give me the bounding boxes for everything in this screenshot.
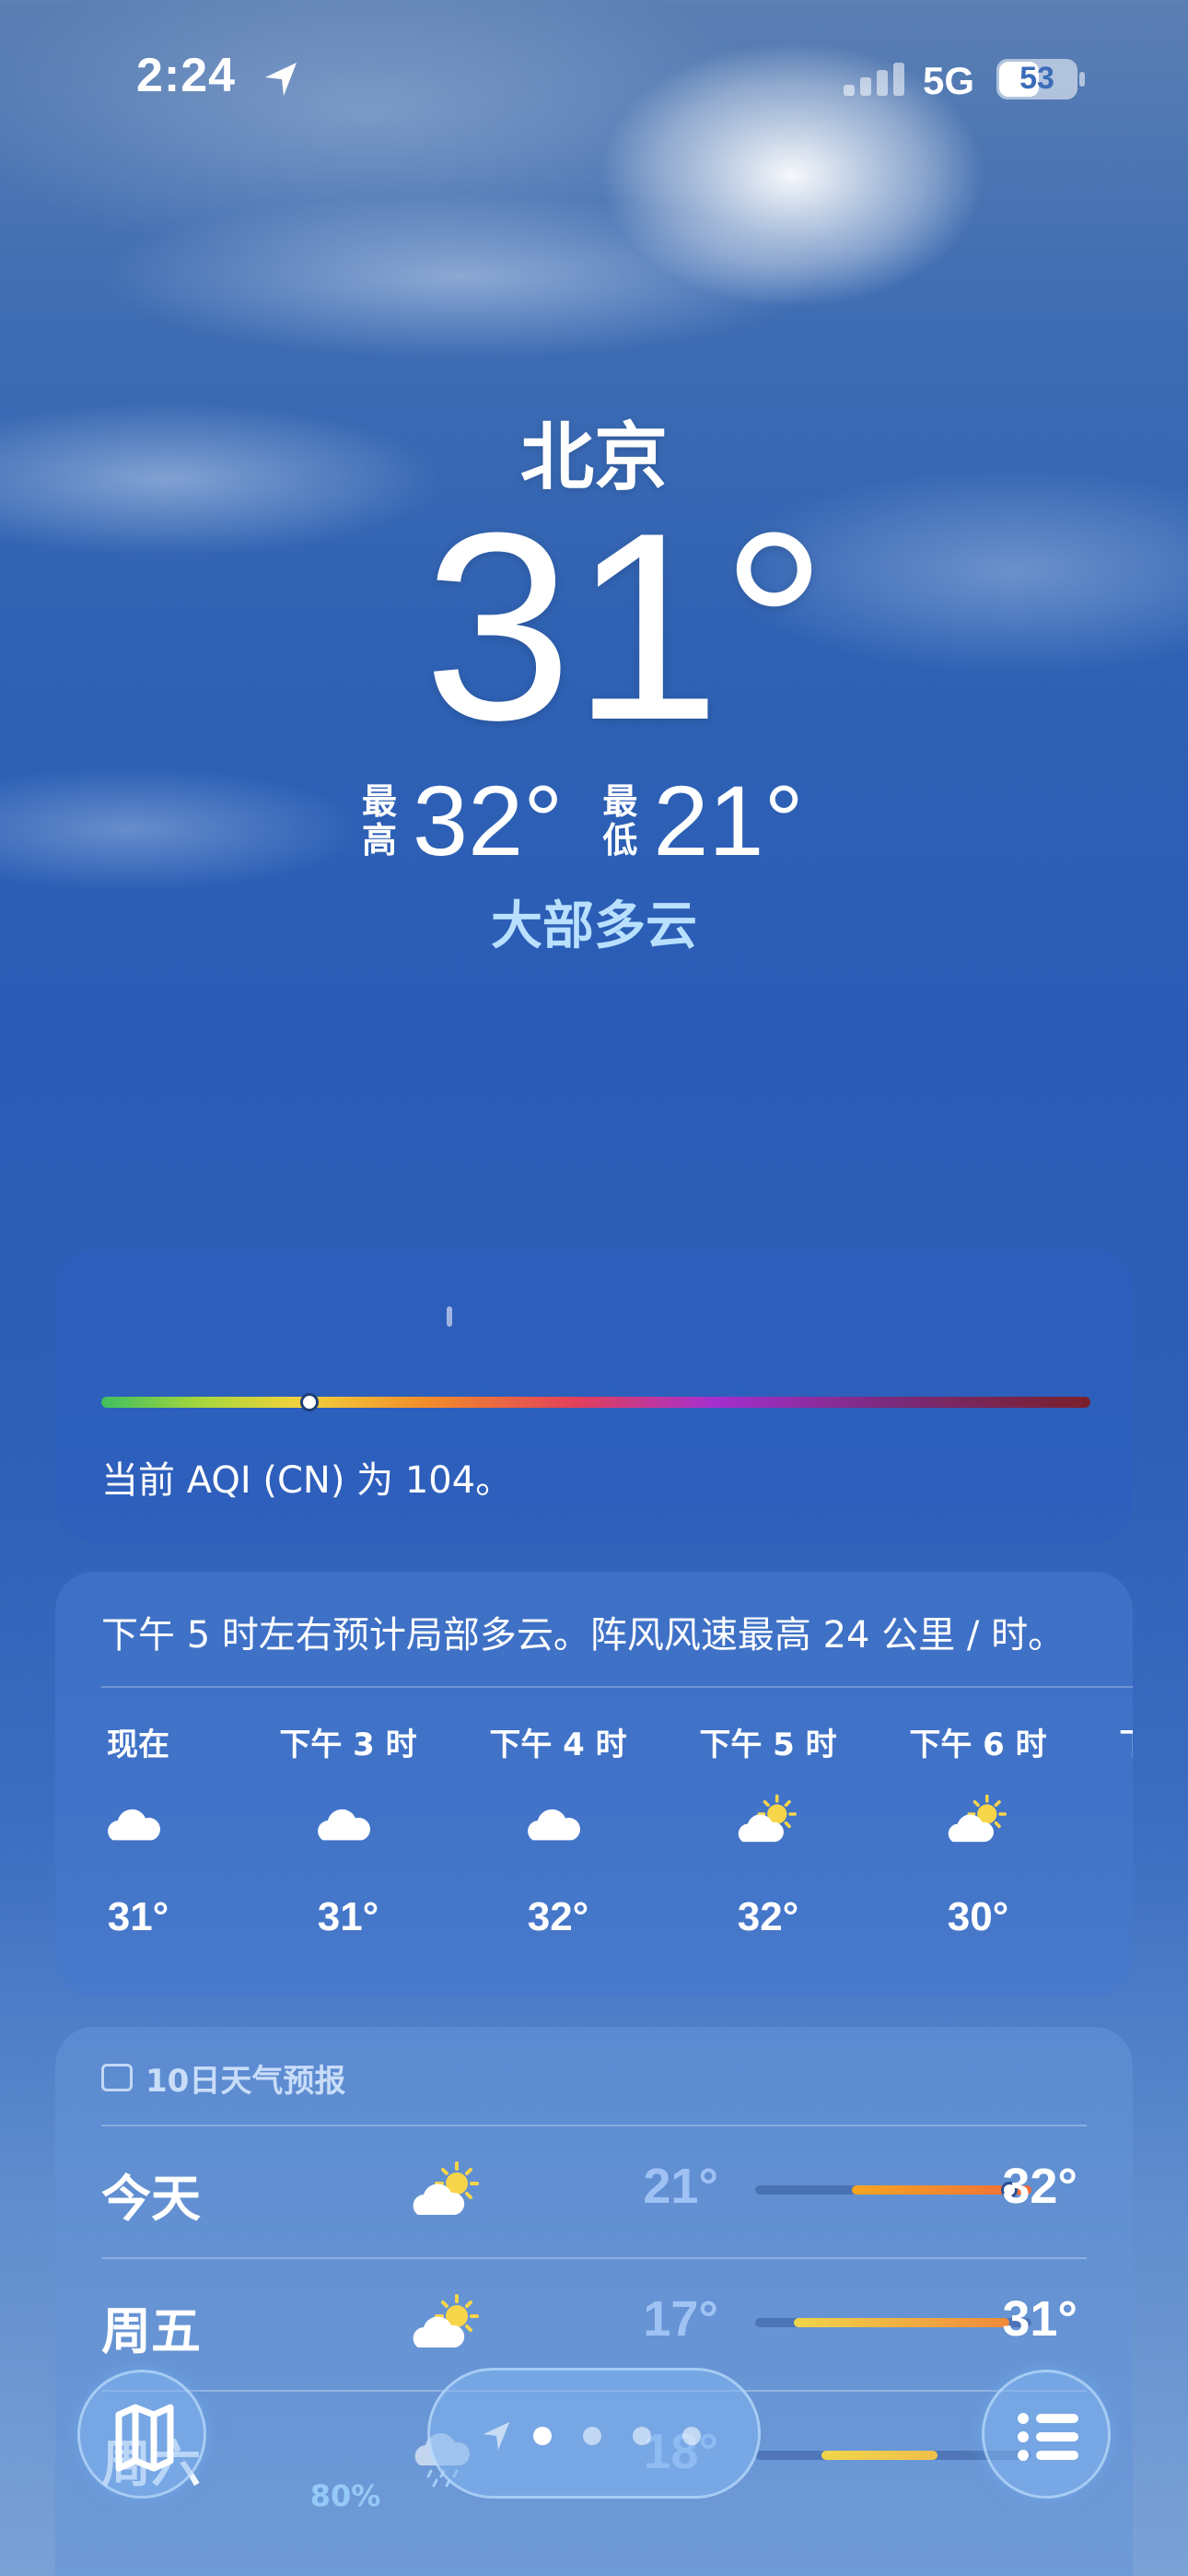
hour-item: 下午 4 时 32° [466,1710,650,1986]
status-time: 2:24 [136,49,237,102]
map-button[interactable] [77,2370,206,2499]
aqi-text: 当前 AQI (CN) 为 104。 [101,1459,513,1502]
list-button[interactable] [982,2370,1111,2499]
hourly-summary: 下午 5 时左右预计局部多云。阵风风速最高 24 公里 / 时。 [101,1614,1066,1657]
cellular-signal-icon [844,63,904,96]
aqi-indicator [299,1393,319,1411]
weather-condition: 大部多云 [491,896,697,956]
hour-icon-wrap [941,1793,1015,1857]
high-label: 最高 [361,781,397,861]
hour-item: 下午 7 时 2 [1096,1710,1133,1986]
hour-temp: 31° [317,1894,379,1939]
day-name: 周五 [101,2302,201,2360]
aqi-loading-mark [447,1306,452,1327]
high-low: 最高 32° 最低 21° [359,770,841,872]
current-temperature: 31° [424,477,828,776]
page-dot[interactable] [583,2427,601,2445]
temp-range-fill [821,2451,938,2460]
high-temp: 32° [413,765,564,876]
aqi-card[interactable]: 当前 AQI (CN) 为 104。 [55,1249,1133,1542]
hour-label: 下午 7 时 [1096,1719,1133,1764]
location-arrow-icon [483,2421,510,2451]
hour-icon-wrap [101,1793,175,1857]
daily-header: 10日天气预报 [101,2055,345,2101]
status-bar: 2:24 5G 53 [0,0,1188,157]
map-icon [115,2404,174,2472]
aqi-scale-bar [101,1397,1090,1408]
hour-temp: 32° [737,1894,799,1939]
battery-icon: 53 [996,59,1077,100]
hourly-forecast-card[interactable]: 下午 5 时左右预计局部多云。阵风风速最高 24 公里 / 时。 现在 31° 下午… [55,1572,1133,1997]
cloud-icon [318,1809,370,1841]
hour-item: 下午 6 时 30° [886,1710,1070,1986]
day-low: 17° [643,2291,718,2347]
hour-label: 下午 4 时 [489,1727,627,1763]
hour-label: 下午 6 时 [909,1727,1047,1763]
day-row[interactable]: 今天 21° 32° [101,2126,1087,2246]
low-label: 最低 [602,781,638,861]
page-dot[interactable] [682,2427,701,2445]
battery-percent: 53 [1019,61,1054,96]
hour-icon-wrap [521,1793,595,1857]
day-name: 今天 [101,2170,201,2228]
hour-icon-wrap [731,1793,805,1857]
partly-sunny-icon [738,1794,797,1843]
hour-temp: 30° [947,1894,1009,1939]
hour-temp: 31° [107,1894,169,1939]
hour-temp: 32° [527,1894,589,1939]
hour-temp: 2 [1096,1894,1133,1940]
page-dot[interactable] [633,2427,651,2445]
list-icon [1018,2413,1078,2461]
divider [101,1686,1133,1688]
location-arrow-icon [265,63,297,96]
hour-item: 现在 31° [55,1710,230,1986]
cloud-icon [108,1809,160,1841]
day-icon-wrap [405,2160,488,2224]
day-high: 32° [1002,2159,1077,2214]
hour-icon-wrap [311,1793,385,1857]
partly-sunny-icon [948,1794,1007,1843]
daily-header-label: 10日天气预报 [146,2062,346,2100]
partly-sunny-icon [413,2161,479,2215]
day-icon-wrap [405,2292,488,2357]
page-indicator[interactable] [427,2368,761,2499]
hour-label: 下午 3 时 [279,1727,417,1763]
calendar-icon [101,2064,133,2091]
cloud-icon [528,1809,580,1841]
network-type: 5G [923,59,975,102]
day-low: 21° [643,2159,718,2214]
hour-item: 下午 5 时 32° [676,1710,860,1986]
hour-item: 下午 3 时 31° [256,1710,440,1986]
low-temp: 21° [653,765,804,876]
day-high: 31° [1002,2291,1077,2347]
page-dot[interactable] [533,2427,552,2445]
hour-label: 现在 [107,1727,169,1763]
partly-sunny-icon [413,2294,479,2348]
day-row[interactable]: 周五 17° 31° [101,2259,1087,2379]
rain-chance: 80% [309,2478,381,2513]
battery-cap [1079,72,1085,87]
hour-label: 下午 5 时 [699,1727,837,1763]
